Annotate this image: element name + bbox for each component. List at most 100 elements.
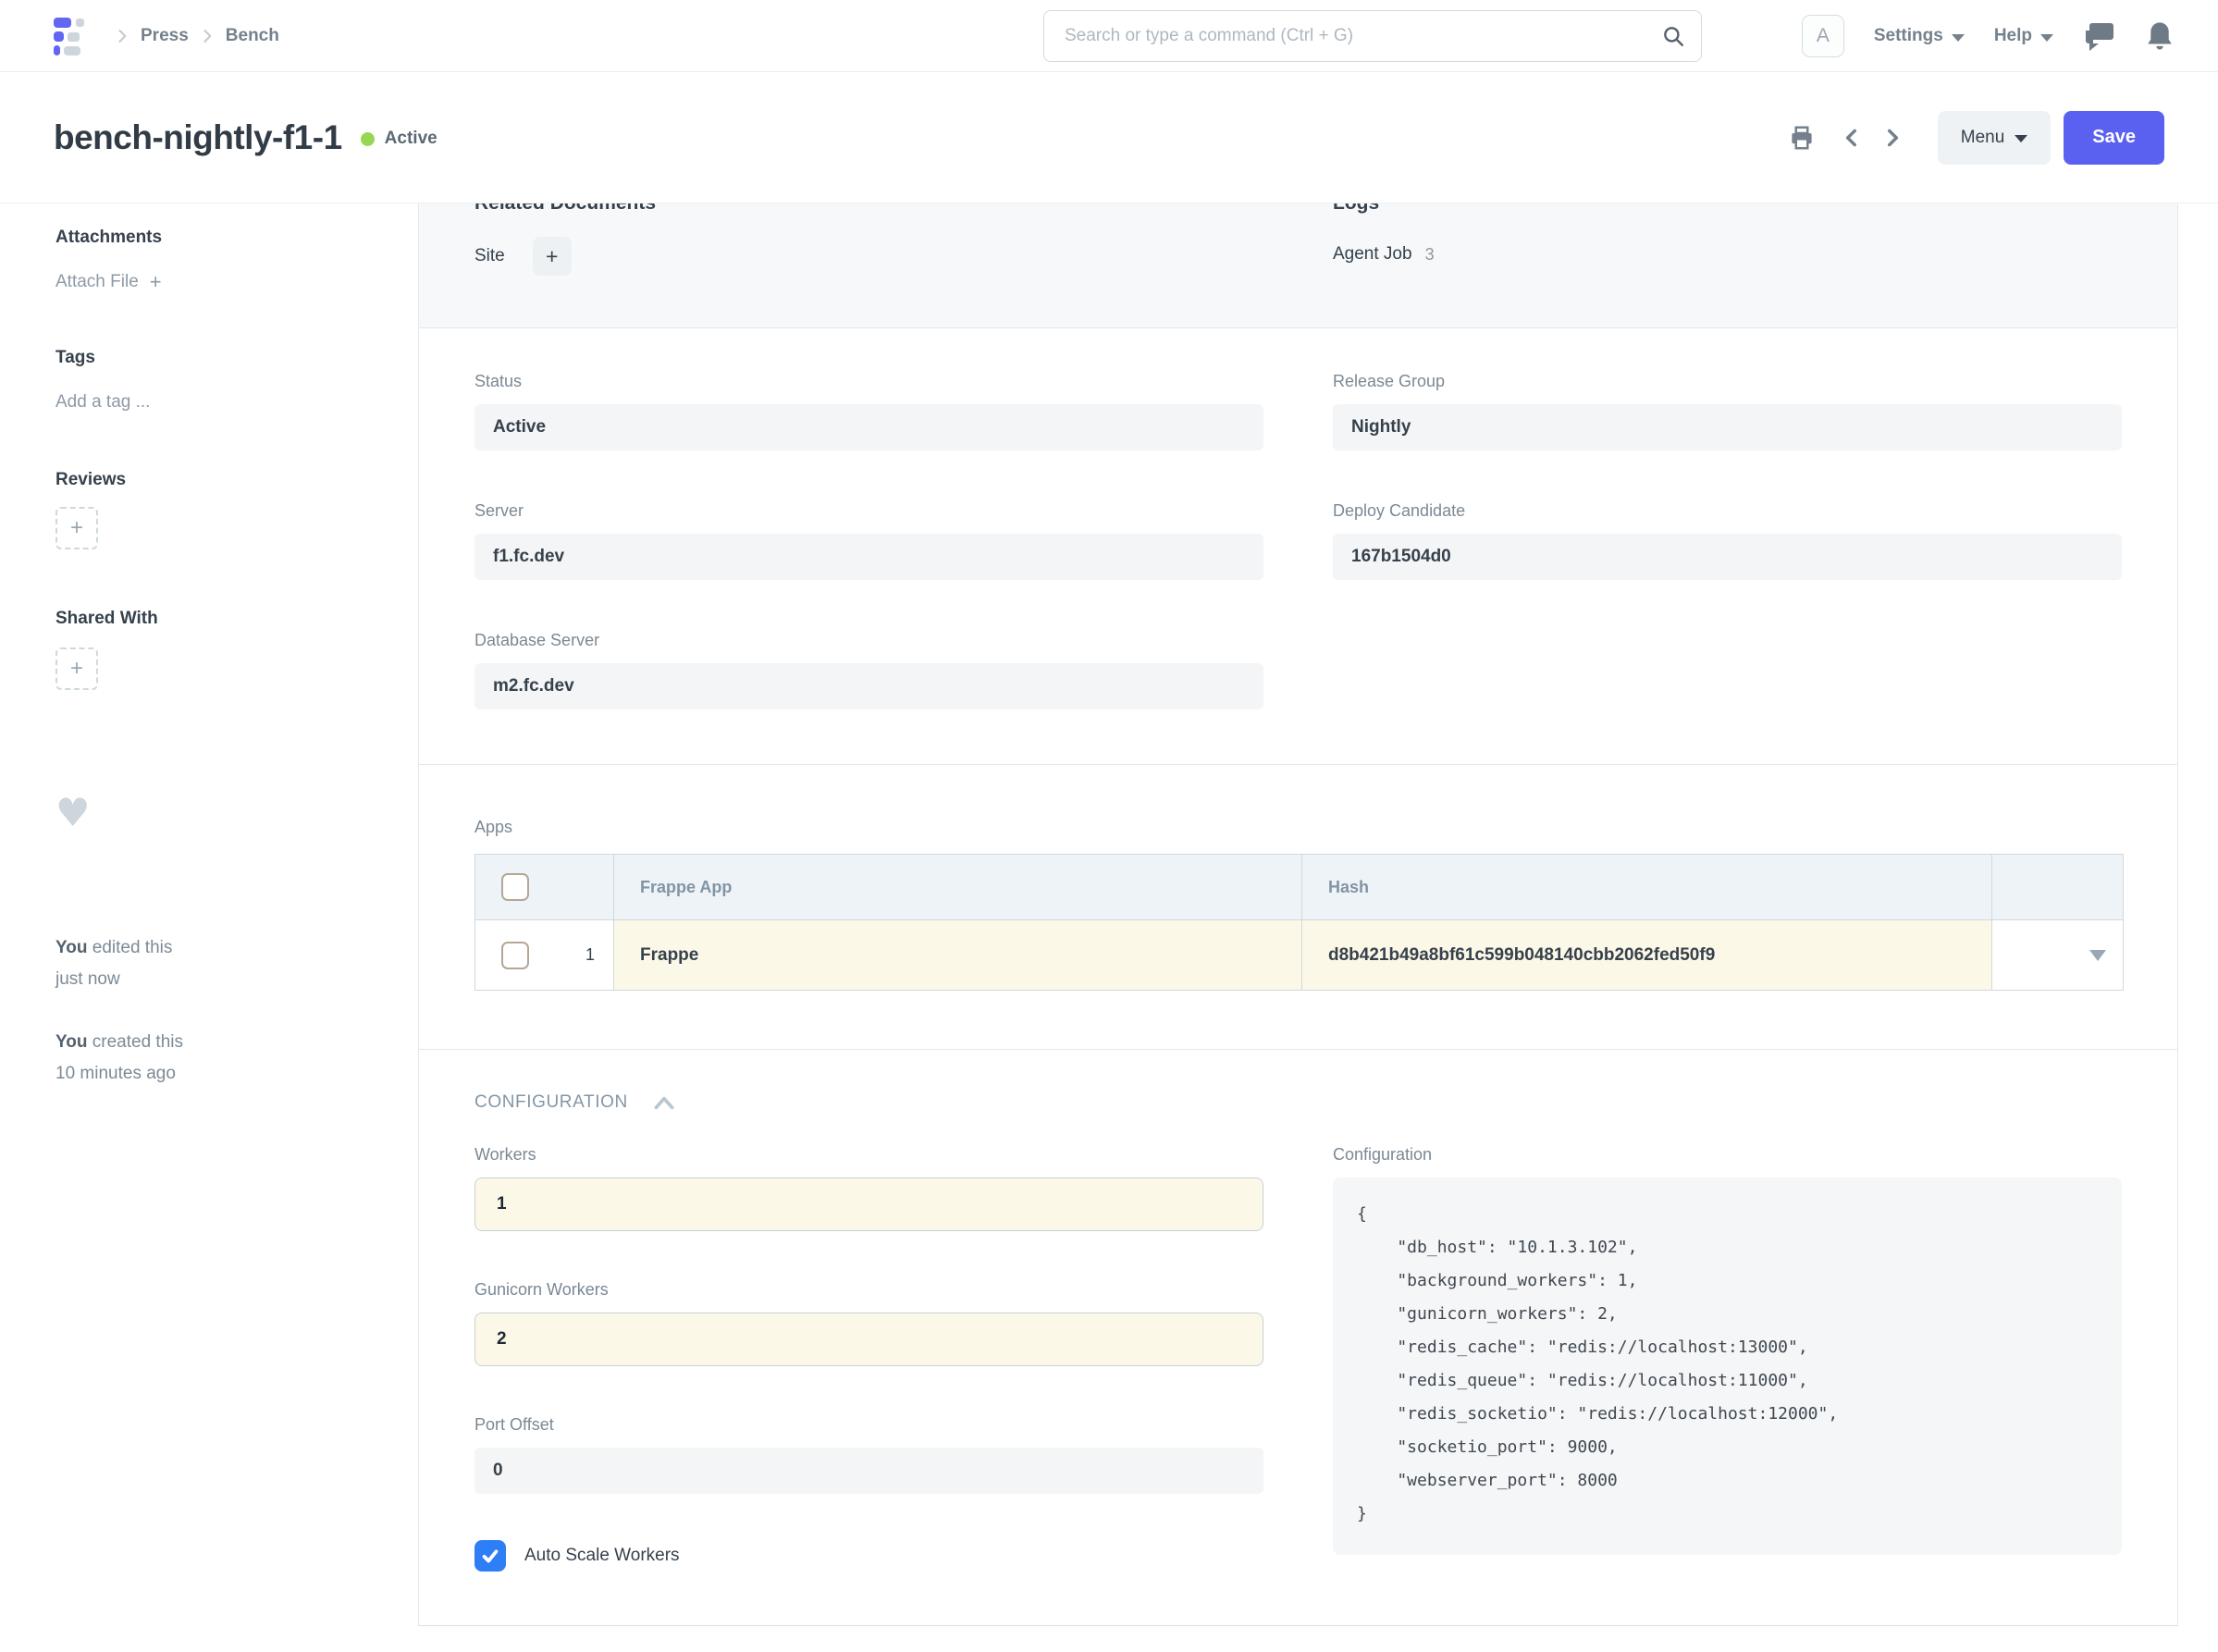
hash-column-label: Hash <box>1328 878 1369 897</box>
row-select-cell: 1 <box>475 920 614 990</box>
navbar-right: A Settings Help <box>1802 0 2174 72</box>
menu-button[interactable]: Menu <box>1938 111 2052 165</box>
workers-field-label: Workers <box>474 1142 1263 1166</box>
navbar: Press Bench A Settings Help <box>0 0 2218 72</box>
gunicorn-workers-input[interactable] <box>474 1313 1263 1366</box>
add-site-button[interactable]: + <box>533 237 572 276</box>
details-section: Status Active Server f1.fc.dev Database … <box>419 328 2177 765</box>
status-field-label: Status <box>474 369 1263 393</box>
configuration-section-toggle[interactable]: CONFIGURATION <box>474 1092 2122 1113</box>
print-button[interactable] <box>1782 118 1821 157</box>
configuration-json-code: { "db_host": "10.1.3.102", "background_w… <box>1333 1177 2122 1555</box>
help-label: Help <box>1994 26 2032 46</box>
chat-icon[interactable] <box>2083 21 2116 51</box>
add-review-button[interactable]: + <box>55 507 98 549</box>
select-all-cell <box>475 855 614 919</box>
site-link[interactable]: Site <box>474 246 505 266</box>
dropdown-triangle-icon[interactable] <box>2089 950 2106 961</box>
page-title: bench-nightly-f1-1 <box>54 118 342 157</box>
settings-dropdown[interactable]: Settings <box>1874 26 1965 46</box>
frappe-app-cell[interactable]: Frappe <box>614 920 1302 990</box>
print-icon <box>1788 124 1816 152</box>
like-heart-icon[interactable]: ♥ <box>55 794 388 832</box>
chevron-down-icon <box>2040 34 2053 42</box>
form-dashboard: Related Documents Site + Logs Agent Job … <box>419 203 2177 328</box>
avatar-letter: A <box>1817 25 1830 47</box>
hash-column-header: Hash <box>1302 855 1992 919</box>
select-all-checkbox[interactable] <box>501 873 529 901</box>
reviews-heading: Reviews <box>55 470 388 490</box>
content-area: Attachments Attach File + Tags Add a tag… <box>0 203 2218 1652</box>
global-search <box>1043 10 1702 62</box>
workers-input[interactable] <box>474 1177 1263 1231</box>
frappe-app-column-header: Frappe App <box>614 855 1302 919</box>
add-tag-placeholder: Add a tag ... <box>55 392 150 413</box>
row-checkbox[interactable] <box>501 942 529 969</box>
edited-activity: You edited this just now <box>55 932 388 995</box>
plus-icon: + <box>546 244 558 268</box>
chevron-down-icon <box>2015 135 2027 142</box>
save-button[interactable]: Save <box>2064 111 2164 165</box>
edited-action: edited this <box>87 938 172 957</box>
status-dot-icon <box>361 132 375 146</box>
logs-heading: Logs <box>1333 203 2122 216</box>
edited-when: just now <box>55 969 120 989</box>
shared-with-heading: Shared With <box>55 609 388 629</box>
created-by: You <box>55 1032 87 1052</box>
row-expand-cell <box>1992 920 2123 990</box>
plus-icon: + <box>150 270 162 294</box>
release-group-field-label: Release Group <box>1333 369 2122 393</box>
created-action: created this <box>87 1032 183 1052</box>
gunicorn-workers-field-label: Gunicorn Workers <box>474 1277 1263 1301</box>
search-input[interactable] <box>1043 10 1702 62</box>
form-layout: Related Documents Site + Logs Agent Job … <box>418 203 2178 1626</box>
attachments-heading: Attachments <box>55 228 388 248</box>
breadcrumb-bench[interactable]: Bench <box>226 26 279 46</box>
agent-job-link[interactable]: Agent Job <box>1333 244 1412 265</box>
created-when: 10 minutes ago <box>55 1064 176 1083</box>
row-index[interactable]: 1 <box>585 945 595 965</box>
previous-document-button[interactable] <box>1834 118 1869 157</box>
chevron-down-icon <box>1952 34 1965 42</box>
notifications-bell-icon[interactable] <box>2146 20 2174 52</box>
created-activity: You created this 10 minutes ago <box>55 1027 388 1090</box>
frappe-app-column-label: Frappe App <box>640 878 732 897</box>
chevron-left-icon <box>1840 124 1864 152</box>
settings-label: Settings <box>1874 26 1943 46</box>
status-indicator: Active <box>385 129 437 149</box>
attach-file-button[interactable]: Attach File + <box>55 270 388 294</box>
database-server-field-label: Database Server <box>474 628 1263 652</box>
actions-column-header <box>1992 855 2123 919</box>
apps-table: Frappe App Hash 1 Frappe d8b421b49a8bf61… <box>474 854 2124 991</box>
deploy-candidate-field-value[interactable]: 167b1504d0 <box>1333 534 2122 580</box>
apps-table-header: Frappe App Hash <box>475 855 2123 919</box>
form-sidebar: Attachments Attach File + Tags Add a tag… <box>55 203 388 1090</box>
add-tag-input[interactable]: Add a tag ... <box>55 392 388 413</box>
configuration-section: CONFIGURATION Workers Gunicorn Workers <box>419 1050 2177 1626</box>
help-dropdown[interactable]: Help <box>1994 26 2053 46</box>
breadcrumb-press[interactable]: Press <box>141 26 189 46</box>
breadcrumb: Press Bench <box>113 25 279 47</box>
database-server-field-value[interactable]: m2.fc.dev <box>474 663 1263 709</box>
hash-cell[interactable]: d8b421b49a8bf61c599b048140cbb2062fed50f9 <box>1302 920 1992 990</box>
apps-section: Apps Frappe App Hash <box>419 765 2177 1050</box>
port-offset-field-value[interactable]: 0 <box>474 1448 1263 1494</box>
edited-by: You <box>55 938 87 957</box>
plus-icon: + <box>70 515 83 541</box>
app-logo-icon[interactable] <box>54 17 89 55</box>
related-documents-heading: Related Documents <box>474 203 1263 216</box>
chevron-up-icon <box>652 1093 676 1112</box>
agent-job-count: 3 <box>1425 245 1435 265</box>
next-document-button[interactable] <box>1875 118 1910 157</box>
search-icon[interactable] <box>1661 24 1685 53</box>
avatar[interactable]: A <box>1802 15 1844 57</box>
plus-icon: + <box>70 656 83 682</box>
server-field-value[interactable]: f1.fc.dev <box>474 534 1263 580</box>
port-offset-field-label: Port Offset <box>474 1412 1263 1436</box>
release-group-field-value[interactable]: Nightly <box>1333 404 2122 450</box>
add-share-button[interactable]: + <box>55 647 98 690</box>
deploy-candidate-field-label: Deploy Candidate <box>1333 499 2122 523</box>
auto-scale-workers-checkbox[interactable] <box>474 1540 506 1572</box>
server-field-label: Server <box>474 499 1263 523</box>
chevron-right-icon <box>113 25 131 47</box>
